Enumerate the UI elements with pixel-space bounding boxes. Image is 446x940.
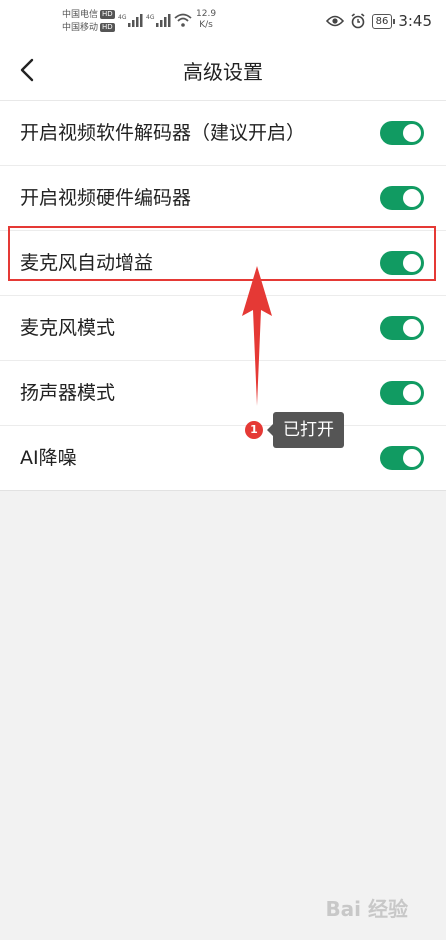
svg-text:4G: 4G <box>118 14 127 21</box>
svg-text:4G: 4G <box>146 14 155 21</box>
carrier-info: 中国电信 HD 中国移动 HD <box>62 9 115 35</box>
setting-label: 扬声器模式 <box>20 382 116 404</box>
wifi-icon <box>174 13 192 27</box>
settings-list: 开启视频软件解码器（建议开启） 开启视频硬件编码器 麦克风自动增益 麦克风模式 … <box>0 101 446 491</box>
setting-row-software-decoder[interactable]: 开启视频软件解码器（建议开启） <box>0 101 446 166</box>
screen: 中国电信 HD 中国移动 HD 4G 4G 12.9 K/s 86 3:45 高… <box>0 0 446 940</box>
highlight-box <box>8 226 436 281</box>
toggle-knob <box>403 319 421 337</box>
setting-label: 开启视频硬件编码器 <box>20 187 192 209</box>
app-header: 高级设置 <box>0 40 446 101</box>
arrow-up-icon <box>242 266 272 406</box>
callout-tooltip: 已打开 <box>267 412 344 448</box>
alarm-icon <box>351 13 365 29</box>
setting-row-mic-mode[interactable]: 麦克风模式 <box>0 296 446 361</box>
network-speed: 12.9 K/s <box>196 9 217 30</box>
setting-label: 麦克风模式 <box>20 317 116 339</box>
hardware-encoder-toggle[interactable] <box>380 186 424 210</box>
status-bar: 中国电信 HD 中国移动 HD 4G 4G 12.9 K/s 86 3:45 <box>0 0 446 40</box>
hd-badge: HD <box>100 10 115 19</box>
signal-icon: 4G <box>118 14 143 27</box>
signal-icon: 4G <box>146 14 171 27</box>
setting-row-speaker-mode[interactable]: 扬声器模式 <box>0 361 446 426</box>
step-badge: 1 <box>245 421 263 439</box>
toggle-knob <box>403 384 421 402</box>
setting-label: AI降噪 <box>20 447 77 469</box>
eye-icon <box>325 15 344 27</box>
setting-label: 开启视频软件解码器（建议开启） <box>20 122 306 144</box>
watermark-logo: Bai 经验 <box>325 897 408 921</box>
clock: 3:45 <box>398 12 432 30</box>
page-title: 高级设置 <box>183 60 263 84</box>
toggle-knob <box>403 124 421 142</box>
ai-noise-reduction-toggle[interactable] <box>380 446 424 470</box>
battery-indicator: 86 <box>371 13 396 29</box>
toggle-knob <box>403 449 421 467</box>
setting-row-ai-noise-reduction[interactable]: AI降噪 <box>0 426 446 490</box>
speaker-mode-toggle[interactable] <box>380 381 424 405</box>
mic-mode-toggle[interactable] <box>380 316 424 340</box>
software-decoder-toggle[interactable] <box>380 121 424 145</box>
hd-badge: HD <box>100 23 115 32</box>
status-right: 86 3:45 <box>325 12 432 30</box>
setting-row-hardware-encoder[interactable]: 开启视频硬件编码器 <box>0 166 446 231</box>
carrier-2: 中国移动 <box>62 23 99 33</box>
toggle-knob <box>403 189 421 207</box>
carrier-1: 中国电信 <box>62 10 99 20</box>
